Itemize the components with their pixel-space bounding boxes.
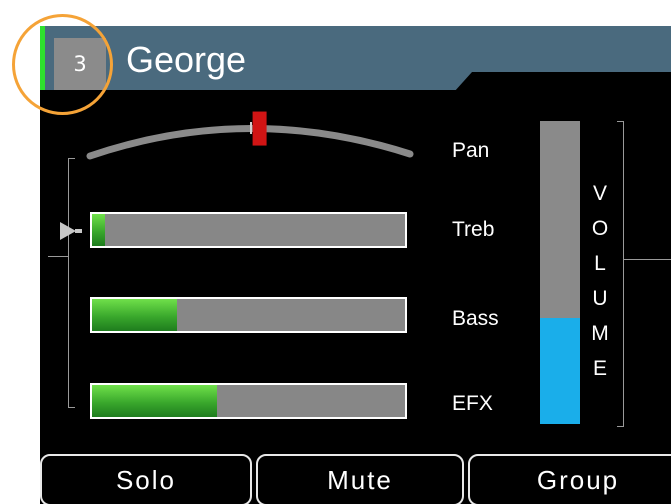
bass-fill	[92, 299, 177, 331]
pan-arc[interactable]	[86, 125, 414, 160]
volume-bracket-connector	[624, 259, 671, 260]
bracket-bottom	[68, 407, 75, 408]
volume-bracket-vertical	[623, 121, 624, 427]
volume-bracket-bottom	[617, 426, 624, 427]
volume-letter: L	[594, 252, 606, 275]
volume-letter: U	[592, 287, 608, 310]
solo-button[interactable]: Solo	[40, 454, 252, 504]
treble-fill	[92, 214, 105, 246]
channel-active-indicator	[40, 26, 45, 90]
efx-label: EFX	[452, 392, 493, 415]
volume-label: V O L U M E	[591, 176, 609, 386]
header-notch	[445, 72, 671, 102]
treble-label: Treb	[452, 218, 495, 241]
group-button[interactable]: Group	[468, 454, 671, 504]
channel-name[interactable]: George	[126, 38, 246, 82]
pan-label: Pan	[452, 139, 490, 162]
efx-slider[interactable]	[90, 383, 407, 419]
bass-label: Bass	[452, 307, 499, 330]
volume-fill	[540, 317, 580, 424]
channel-number[interactable]: 3	[54, 38, 106, 90]
bracket-top	[68, 158, 75, 159]
treble-slider[interactable]	[90, 212, 407, 248]
volume-letter: E	[592, 357, 607, 380]
volume-letter: O	[591, 217, 609, 240]
selection-arrow-icon	[60, 222, 82, 240]
mute-button[interactable]: Mute	[256, 454, 464, 504]
bracket-vertical	[68, 158, 69, 408]
volume-letter: V	[592, 182, 607, 205]
bass-slider[interactable]	[90, 297, 407, 333]
volume-letter: M	[591, 322, 609, 345]
bracket-connector	[48, 256, 68, 257]
volume-bracket-top	[617, 121, 624, 122]
mixer-screen: 3 George Pan Treb Bass EFX V O L U M E S…	[40, 26, 671, 504]
efx-fill	[92, 385, 218, 417]
pan-marker[interactable]	[252, 111, 267, 146]
volume-slider[interactable]	[540, 121, 580, 424]
